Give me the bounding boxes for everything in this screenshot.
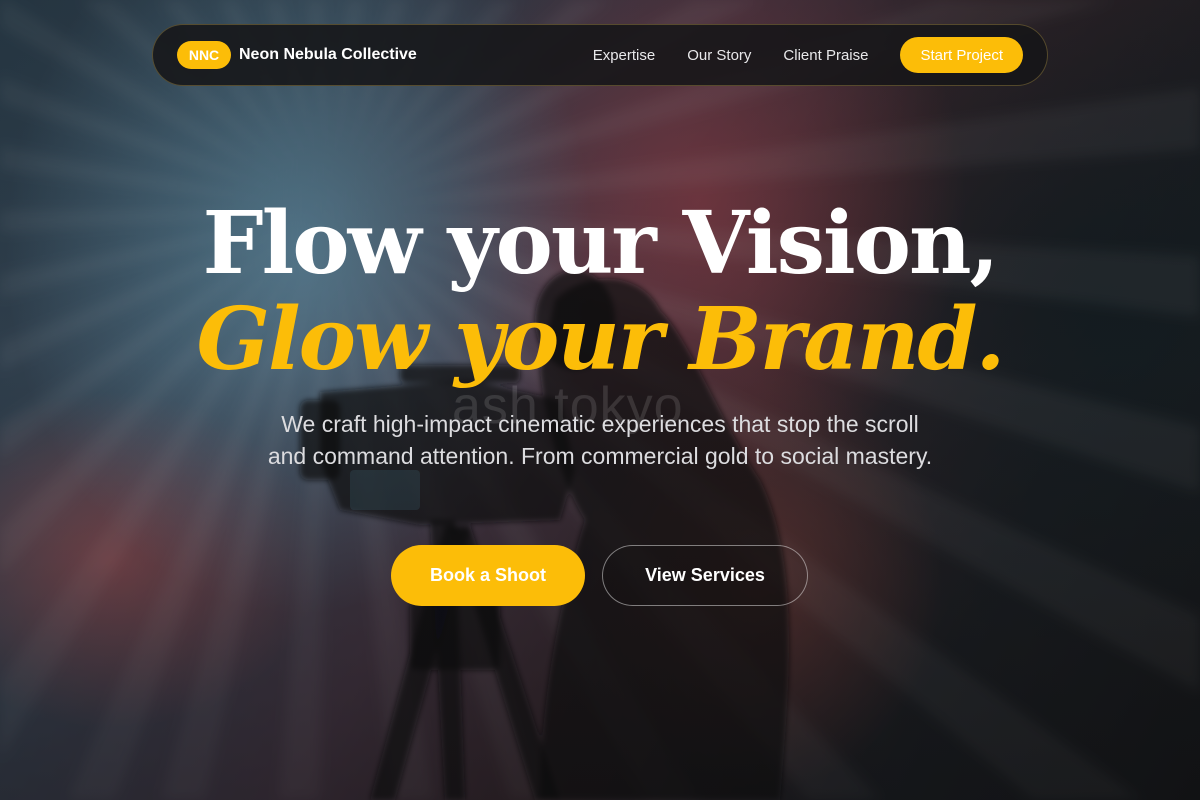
book-a-shoot-button[interactable]: Book a Shoot — [391, 545, 585, 606]
top-navbar: NNC Neon Nebula Collective Expertise Our… — [152, 24, 1048, 86]
hero-section: ash tokyo NNC Neon Nebula Collective Exp… — [0, 0, 1200, 800]
nav-link-client-praise[interactable]: Client Praise — [783, 47, 868, 64]
view-services-button[interactable]: View Services — [602, 545, 808, 606]
logo-badge[interactable]: NNC — [177, 41, 231, 69]
start-project-button[interactable]: Start Project — [900, 37, 1023, 73]
hero-subtitle: We craft high-impact cinematic experienc… — [267, 411, 933, 469]
headline-line-1: Flow your Vision, — [202, 193, 1000, 294]
nav-links: Expertise Our Story Client Praise Start … — [593, 37, 1023, 73]
headline-line-2: Glow your Brand. — [196, 289, 1006, 390]
nav-link-our-story[interactable]: Our Story — [687, 47, 751, 64]
nav-link-expertise[interactable]: Expertise — [593, 47, 656, 64]
brand-name[interactable]: Neon Nebula Collective — [239, 46, 417, 64]
